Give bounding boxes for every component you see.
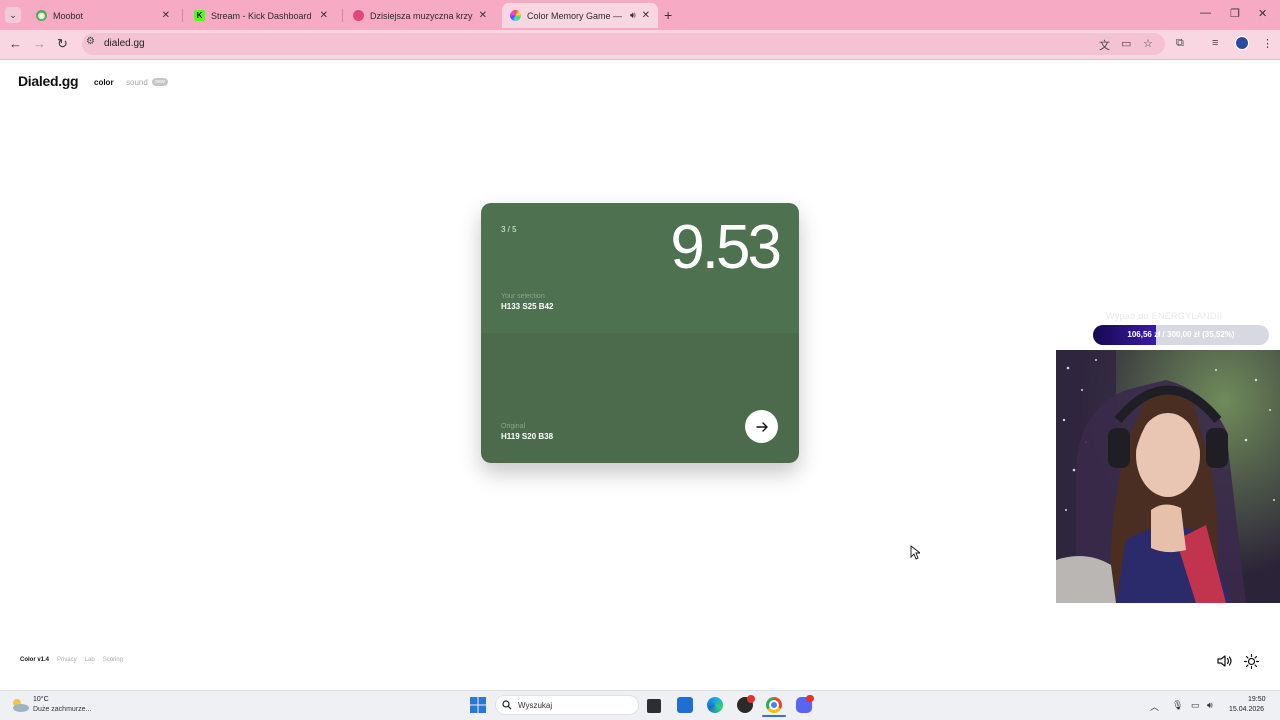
next-round-button[interactable] (745, 410, 778, 443)
tab-divider (342, 9, 343, 22)
tab-crossword[interactable]: Dzisiejsza muzyczna krzyżówka ✕ (345, 3, 495, 28)
task-view-icon[interactable] (647, 699, 661, 713)
weather-description: Duże zachmurze... (33, 706, 92, 713)
donation-progress-text: 106,56 zł / 300,00 zł (35,52%) (1127, 330, 1235, 339)
tab-kick-dashboard[interactable]: K Stream - Kick Dashboard ✕ (186, 3, 336, 28)
clock-date[interactable]: 15.04.2026 (1229, 706, 1264, 713)
selection-label: Your selection (501, 293, 545, 300)
tab-moobot[interactable]: ◉ Moobot ✕ (28, 3, 178, 28)
selection-value: H133 S25 B42 (501, 302, 554, 311)
microphone-icon[interactable]: 🎙︎ (1172, 700, 1183, 711)
outlook-icon[interactable] (677, 697, 693, 713)
profile-avatar[interactable] (1235, 36, 1249, 50)
page-footer: Color v1.4 Privacy Lab Scoring (20, 657, 123, 663)
version-label: Color v1.4 (20, 657, 50, 663)
mouse-cursor-icon (910, 545, 920, 560)
network-icon[interactable]: ▭ (1191, 700, 1200, 711)
divider (0, 59, 1280, 60)
weather-cloud-icon[interactable] (10, 697, 30, 713)
windows-start-icon[interactable] (470, 697, 486, 713)
clock-time[interactable]: 19:50 (1248, 696, 1266, 703)
edge-icon[interactable] (707, 697, 723, 713)
menu-dots-icon[interactable]: ⋮ (1262, 37, 1273, 50)
site-logo[interactable]: Dialed.gg (18, 73, 79, 89)
tab-title: Dzisiejsza muzyczna krzyżówka (370, 10, 473, 21)
close-icon[interactable]: ✕ (642, 10, 650, 21)
score-value: 9.53 (670, 213, 782, 282)
taskbar-search-input[interactable] (495, 695, 639, 715)
chrome-center-dot (769, 700, 779, 710)
donation-goal-title: Wypad do ENERGYLANDII (1106, 311, 1223, 321)
result-card: 3 / 5 9.53 Your selection H133 S25 B42 O… (481, 203, 799, 463)
tab-title: Color Memory Game — Ho (527, 10, 624, 21)
tab-divider (182, 9, 183, 22)
tray-overflow-chevron-icon[interactable]: ︿ (1150, 700, 1159, 713)
lab-link[interactable]: Lab (85, 657, 95, 663)
search-placeholder: Wyszukaj (518, 701, 553, 710)
puzzle-icon (353, 10, 364, 21)
reload-icon[interactable]: ↻ (57, 36, 68, 52)
new-badge: new (152, 78, 168, 86)
address-bar[interactable] (82, 33, 1165, 55)
privacy-link[interactable]: Privacy (57, 657, 77, 663)
bookmark-star-icon[interactable]: ☆ (1143, 37, 1153, 50)
site-info-icon[interactable]: ⚙ (86, 36, 95, 47)
minimize-icon[interactable]: — (1200, 7, 1211, 19)
tab-title: Stream - Kick Dashboard (211, 10, 312, 21)
streamer-webcam-image (1056, 350, 1280, 603)
sound-toggle-icon[interactable] (1216, 654, 1234, 668)
window-close-icon[interactable]: ✕ (1258, 7, 1267, 20)
tab-color-memory-game[interactable]: Color Memory Game — Ho 🔊︎ ✕ (502, 3, 658, 28)
media-control-icon[interactable]: ≡ (1212, 37, 1218, 49)
scoring-link[interactable]: Scoring (103, 657, 123, 663)
nav-color-link[interactable]: color (94, 78, 114, 87)
close-icon[interactable]: ✕ (479, 10, 487, 21)
restore-icon[interactable]: ❐ (1230, 7, 1240, 20)
nav-sound-link[interactable]: sound (126, 78, 148, 87)
notification-badge (747, 695, 755, 703)
weather-temperature: 10°C (33, 696, 49, 703)
translate-icon[interactable]: 文 (1099, 37, 1110, 53)
color-wheel-icon (510, 10, 521, 21)
search-icon (502, 700, 512, 710)
original-label: Original (501, 423, 526, 430)
cast-icon[interactable]: ▭ (1121, 37, 1131, 50)
close-icon[interactable]: ✕ (320, 10, 328, 21)
url-text: dialed.gg (104, 38, 145, 49)
tab-search-button[interactable]: ⌄ (5, 7, 21, 23)
donation-progress-bar: 106,56 zł / 300,00 zł (35,52%) (1093, 325, 1269, 345)
selection-swatch: 3 / 5 9.53 Your selection H133 S25 B42 (481, 203, 799, 333)
arrow-right-icon (755, 421, 768, 432)
extensions-icon[interactable]: ⧉ (1176, 37, 1184, 50)
notification-badge (806, 695, 814, 702)
speaker-icon[interactable]: 🔊︎ (630, 10, 636, 21)
active-app-indicator (762, 715, 786, 717)
moobot-icon: ◉ (36, 10, 47, 21)
forward-arrow-icon[interactable]: → (33, 36, 46, 51)
webcam-feed (1056, 350, 1280, 603)
original-value: H119 S20 B38 (501, 432, 554, 441)
kick-icon: K (194, 10, 205, 21)
windows-taskbar (0, 690, 1280, 720)
tab-title: Moobot (53, 10, 84, 21)
round-counter: 3 / 5 (501, 225, 517, 234)
new-tab-button[interactable]: + (664, 7, 672, 23)
volume-icon[interactable]: 🔊︎ (1207, 700, 1213, 711)
theme-toggle-icon[interactable] (1244, 654, 1259, 669)
back-arrow-icon[interactable]: ← (9, 36, 22, 51)
original-swatch: Original H119 S20 B38 (481, 333, 799, 463)
close-icon[interactable]: ✕ (162, 10, 170, 21)
